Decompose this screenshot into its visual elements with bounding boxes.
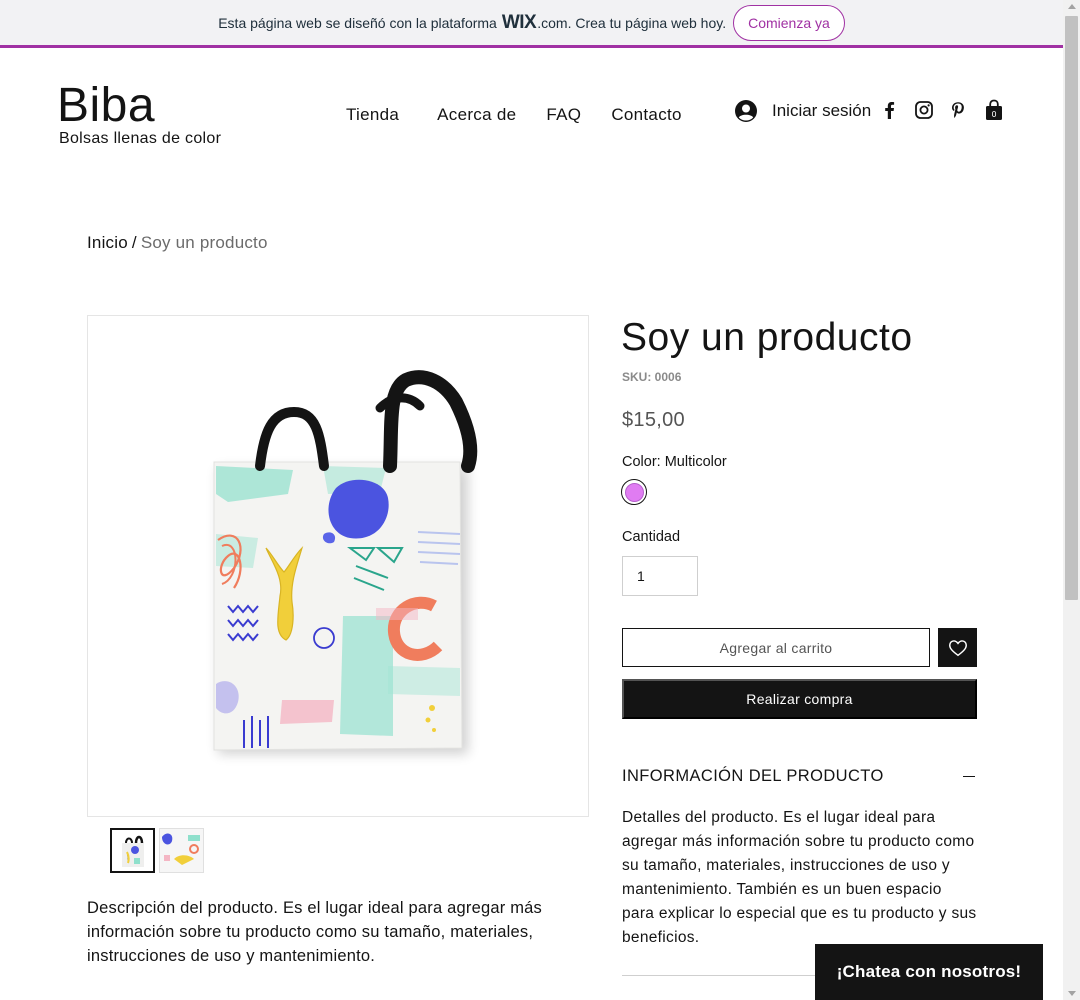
nav-item-contacto[interactable]: Contacto [611, 105, 681, 125]
heart-icon [948, 639, 967, 656]
cart-count: 0 [991, 110, 996, 119]
breadcrumb-current: Soy un producto [140, 233, 268, 252]
breadcrumb: Inicio / Soy un producto [87, 233, 268, 253]
product-description: Descripción del producto. Es el lugar id… [87, 899, 542, 965]
product-main-image[interactable] [87, 315, 589, 817]
login-button[interactable]: Iniciar sesión [735, 100, 871, 122]
site-tagline: Bolsas llenas de color [59, 130, 222, 147]
pinterest-icon[interactable] [948, 100, 968, 120]
swatch-fill [624, 482, 644, 502]
breadcrumb-separator: / [131, 233, 137, 252]
product-price: $15,00 [622, 409, 685, 431]
product-info-toggle[interactable]: INFORMACIÓN DEL PRODUCTO [622, 767, 977, 786]
thumbnail-1[interactable] [110, 828, 155, 873]
instagram-icon[interactable] [914, 100, 934, 120]
product-info-body: Detalles del producto. Es el lugar ideal… [622, 809, 977, 946]
add-to-cart-button[interactable]: Agregar al carrito [622, 628, 930, 667]
quantity-input[interactable] [622, 556, 698, 596]
cart-button[interactable]: 0 [985, 99, 1003, 121]
facebook-icon[interactable] [880, 100, 900, 120]
buy-now-button[interactable]: Realizar compra [622, 679, 977, 719]
wishlist-button[interactable] [938, 628, 977, 667]
scroll-up-arrow-icon[interactable] [1068, 4, 1076, 9]
nav-item-tienda[interactable]: Tienda [346, 105, 399, 125]
wix-banner: Esta página web se diseñó con la platafo… [0, 0, 1063, 48]
wix-logo: WIX [501, 11, 537, 33]
main-nav: Tienda Acerca de FAQ Contacto [346, 105, 682, 125]
color-label: Color: Multicolor [622, 454, 727, 470]
product-info-title: INFORMACIÓN DEL PRODUCTO [622, 767, 884, 785]
user-avatar-icon [735, 100, 757, 122]
nav-item-faq[interactable]: FAQ [546, 105, 581, 125]
wix-banner-message: Esta página web se diseñó con la platafo… [218, 12, 726, 34]
product-title: Soy un producto [621, 316, 913, 359]
color-swatch-multicolor[interactable] [621, 479, 647, 505]
scroll-thumb[interactable] [1065, 16, 1078, 600]
collapse-minus-icon[interactable] [963, 775, 975, 778]
breadcrumb-home[interactable]: Inicio [87, 233, 128, 252]
pattern-thumbnail-image [160, 829, 203, 872]
thumbnail-2[interactable] [159, 828, 204, 873]
login-label: Iniciar sesión [772, 101, 872, 120]
shopping-bag-icon: 0 [986, 99, 1002, 120]
scroll-down-arrow-icon[interactable] [1068, 991, 1076, 996]
chat-button[interactable]: ¡Chatea con nosotros! [815, 944, 1043, 1000]
start-now-button[interactable]: Comienza ya [733, 4, 845, 41]
image-thumbnails [110, 828, 208, 873]
social-bar [880, 100, 982, 120]
site-title[interactable]: Biba [57, 78, 155, 133]
tote-bag-illustration [213, 370, 478, 754]
quantity-label: Cantidad [622, 529, 681, 545]
bag-thumbnail-image [112, 830, 153, 871]
nav-item-acerca-de[interactable]: Acerca de [437, 105, 516, 125]
page-scrollbar[interactable] [1063, 0, 1080, 1000]
wix-banner-text-after: .com. Crea tu página web hoy. [537, 14, 727, 31]
product-sku: SKU: 0006 [622, 370, 682, 384]
wix-banner-text-before: Esta página web se diseñó con la platafo… [218, 14, 497, 31]
